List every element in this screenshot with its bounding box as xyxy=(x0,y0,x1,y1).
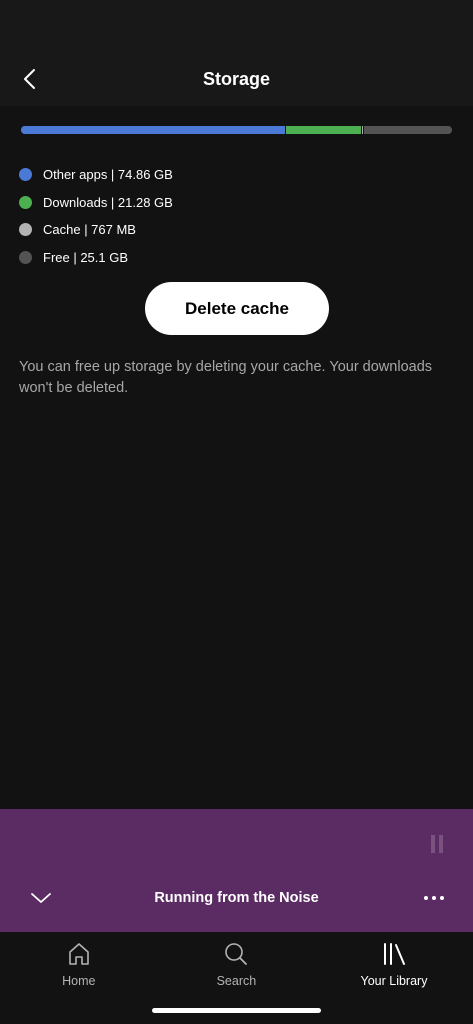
storage-segment-other-apps xyxy=(21,126,286,134)
tab-label: Home xyxy=(62,974,96,988)
helper-text: You can free up storage by deleting your… xyxy=(19,359,433,396)
pause-icon xyxy=(431,835,443,853)
collapse-player-button[interactable] xyxy=(26,885,56,911)
storage-segment-free xyxy=(363,126,452,134)
tab-home[interactable]: Home xyxy=(0,932,158,1024)
tab-label: Search xyxy=(216,974,257,988)
legend-item-other-apps: Other apps | 74.86 GB xyxy=(19,161,439,189)
storage-segment-downloads xyxy=(285,126,361,134)
legend-item-free: Free | 25.1 GB xyxy=(19,244,439,272)
mini-player[interactable]: Running from the Noise xyxy=(0,809,473,932)
tab-your-library[interactable]: Your Library xyxy=(315,932,473,1024)
top-header: Storage xyxy=(0,52,473,106)
chevron-down-icon xyxy=(31,893,51,903)
legend-item-downloads: Downloads | 21.28 GB xyxy=(19,189,439,217)
free-dot-icon xyxy=(19,250,32,264)
legend-label: Cache | 767 MB xyxy=(43,222,136,238)
page-title: Storage xyxy=(202,69,271,89)
storage-usage-bar xyxy=(21,126,452,134)
track-title: Running from the Noise xyxy=(154,890,319,906)
more-horizontal-icon xyxy=(424,896,428,900)
storage-legend: Other apps | 74.86 GB Downloads | 21.28 … xyxy=(19,161,439,271)
legend-label: Other apps | 74.86 GB xyxy=(43,167,173,183)
legend-label: Downloads | 21.28 GB xyxy=(43,194,173,210)
library-icon xyxy=(380,940,408,968)
status-bar xyxy=(0,0,473,52)
downloads-dot-icon xyxy=(19,195,32,209)
search-icon xyxy=(222,940,250,968)
legend-item-cache: Cache | 767 MB xyxy=(19,216,439,244)
more-options-button[interactable] xyxy=(419,887,449,909)
legend-label: Free | 25.1 GB xyxy=(43,249,129,265)
tab-label: Your Library xyxy=(360,974,428,988)
other-apps-dot-icon xyxy=(19,168,32,182)
delete-cache-button[interactable]: Delete cache xyxy=(145,282,329,335)
cache-dot-icon xyxy=(19,223,32,237)
home-icon xyxy=(65,940,93,968)
home-indicator[interactable] xyxy=(152,1008,321,1013)
